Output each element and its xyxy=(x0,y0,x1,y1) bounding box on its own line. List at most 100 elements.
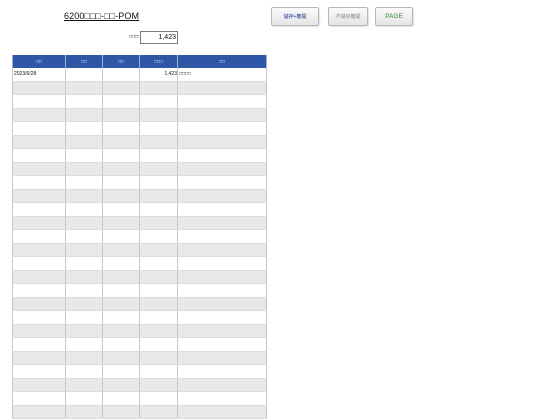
table-cell[interactable] xyxy=(139,283,178,298)
table-cell[interactable] xyxy=(102,310,140,325)
table-cell[interactable] xyxy=(102,364,140,379)
table-cell[interactable] xyxy=(65,351,103,365)
table-cell[interactable] xyxy=(65,364,103,379)
table-cell[interactable] xyxy=(12,256,66,271)
table-cell[interactable] xyxy=(12,121,66,136)
table-cell[interactable]: 1,423 xyxy=(139,68,178,82)
table-cell[interactable] xyxy=(177,337,267,352)
table-cell[interactable] xyxy=(102,243,140,257)
table-cell[interactable] xyxy=(177,297,267,311)
table-cell[interactable] xyxy=(139,189,178,203)
table-cell[interactable] xyxy=(12,378,66,392)
table-cell[interactable] xyxy=(65,68,103,82)
table-cell[interactable] xyxy=(177,175,267,190)
table-cell[interactable] xyxy=(139,256,178,271)
table-cell[interactable] xyxy=(12,229,66,244)
table-cell[interactable] xyxy=(177,135,267,149)
table-cell[interactable] xyxy=(12,162,66,176)
table-cell[interactable] xyxy=(177,391,267,406)
table-cell[interactable] xyxy=(177,283,267,298)
table-cell[interactable] xyxy=(65,243,103,257)
table-cell[interactable] xyxy=(102,256,140,271)
table-cell[interactable] xyxy=(12,108,66,122)
table-cell[interactable] xyxy=(65,283,103,298)
table-cell[interactable] xyxy=(102,148,140,163)
table-cell[interactable] xyxy=(139,216,178,230)
table-cell[interactable] xyxy=(12,405,66,419)
table-cell[interactable] xyxy=(12,202,66,217)
table-cell[interactable] xyxy=(12,94,66,109)
table-cell[interactable] xyxy=(139,364,178,379)
table-cell[interactable] xyxy=(139,391,178,406)
table-cell[interactable] xyxy=(102,135,140,149)
table-cell[interactable] xyxy=(102,108,140,122)
table-cell[interactable] xyxy=(177,364,267,379)
table-cell[interactable] xyxy=(65,135,103,149)
table-cell[interactable] xyxy=(177,378,267,392)
table-cell[interactable] xyxy=(65,337,103,352)
table-cell[interactable] xyxy=(139,81,178,95)
table-cell[interactable] xyxy=(65,229,103,244)
table-cell[interactable] xyxy=(177,243,267,257)
table-cell[interactable] xyxy=(139,351,178,365)
table-cell[interactable] xyxy=(102,121,140,136)
table-cell[interactable] xyxy=(139,337,178,352)
table-cell[interactable] xyxy=(102,351,140,365)
table-cell[interactable] xyxy=(139,405,178,419)
table-cell[interactable] xyxy=(12,135,66,149)
table-cell[interactable] xyxy=(139,310,178,325)
save-and-exit-button[interactable]: 儲存+離開 xyxy=(271,7,319,26)
table-cell[interactable] xyxy=(102,68,140,82)
table-cell[interactable] xyxy=(65,175,103,190)
table-cell[interactable] xyxy=(102,189,140,203)
table-cell[interactable] xyxy=(177,94,267,109)
table-cell[interactable] xyxy=(12,243,66,257)
table-cell[interactable] xyxy=(65,297,103,311)
table-cell[interactable] xyxy=(177,121,267,136)
table-cell[interactable] xyxy=(102,216,140,230)
table-cell[interactable] xyxy=(65,108,103,122)
table-cell[interactable] xyxy=(177,405,267,419)
table-cell[interactable] xyxy=(139,270,178,284)
table-cell[interactable] xyxy=(65,121,103,136)
table-cell[interactable] xyxy=(12,310,66,325)
table-cell[interactable] xyxy=(12,283,66,298)
table-cell[interactable] xyxy=(102,297,140,311)
table-cell[interactable] xyxy=(177,310,267,325)
table-cell[interactable] xyxy=(102,81,140,95)
table-cell[interactable] xyxy=(177,108,267,122)
table-cell[interactable] xyxy=(139,202,178,217)
table-cell[interactable] xyxy=(177,189,267,203)
table-cell[interactable] xyxy=(102,378,140,392)
total-value-field[interactable]: 1,423 xyxy=(140,31,178,44)
table-cell[interactable] xyxy=(65,270,103,284)
table-cell[interactable] xyxy=(177,256,267,271)
table-cell[interactable] xyxy=(177,270,267,284)
table-cell[interactable] xyxy=(102,391,140,406)
table-cell[interactable] xyxy=(139,162,178,176)
table-cell[interactable] xyxy=(102,94,140,109)
table-cell[interactable] xyxy=(65,162,103,176)
table-cell[interactable] xyxy=(102,405,140,419)
page-button[interactable]: PAGE xyxy=(375,7,413,26)
table-cell[interactable]: 2023/6/28 xyxy=(12,68,66,82)
table-cell[interactable] xyxy=(65,256,103,271)
table-cell[interactable] xyxy=(12,216,66,230)
table-cell[interactable] xyxy=(65,310,103,325)
table-cell[interactable] xyxy=(12,391,66,406)
table-cell[interactable] xyxy=(102,324,140,338)
table-cell[interactable] xyxy=(65,202,103,217)
table-cell[interactable] xyxy=(177,81,267,95)
table-cell[interactable] xyxy=(139,297,178,311)
table-cell[interactable] xyxy=(139,108,178,122)
table-cell[interactable] xyxy=(102,162,140,176)
table-cell[interactable] xyxy=(139,148,178,163)
table-cell[interactable] xyxy=(177,148,267,163)
table-cell[interactable] xyxy=(12,337,66,352)
table-cell[interactable] xyxy=(65,405,103,419)
table-cell[interactable] xyxy=(102,175,140,190)
table-cell[interactable] xyxy=(12,270,66,284)
table-cell[interactable] xyxy=(65,148,103,163)
table-cell[interactable] xyxy=(12,364,66,379)
table-cell[interactable] xyxy=(139,378,178,392)
